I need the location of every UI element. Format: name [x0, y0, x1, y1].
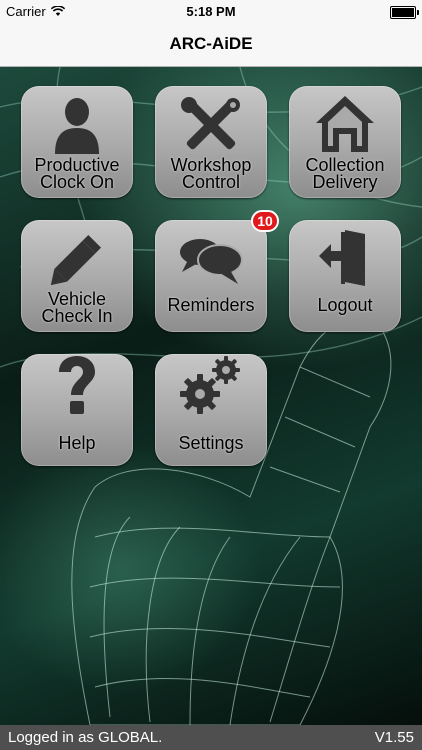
reminders-button[interactable]: Reminders 10: [155, 210, 279, 332]
tile-label: Control: [181, 172, 241, 192]
help-button[interactable]: Help: [21, 354, 133, 466]
nav-bar: ARC-AiDE: [0, 22, 422, 67]
pencil-icon: [50, 234, 102, 286]
logout-door-icon: [319, 230, 365, 286]
house-icon: [316, 96, 374, 152]
workshop-control-button[interactable]: Workshop Control: [155, 86, 267, 198]
tools-icon: [181, 97, 240, 150]
logout-button[interactable]: Logout: [289, 220, 401, 332]
vehicle-check-in-button[interactable]: Vehicle Check In: [21, 220, 133, 332]
tile-label: Logout: [317, 295, 373, 315]
gears-icon: [180, 356, 240, 414]
reminders-count-badge: 10: [251, 210, 279, 232]
footer-bar: Logged in as GLOBAL. V1.55: [0, 725, 422, 750]
tile-label: Reminders: [167, 295, 255, 315]
battery-icon: [390, 6, 419, 19]
tile-label: Delivery: [312, 172, 378, 192]
collection-delivery-button[interactable]: Collection Delivery: [289, 86, 401, 198]
tile-label: Check In: [41, 306, 113, 326]
status-bar: Carrier 5:18 PM: [0, 0, 422, 22]
app-version: V1.55: [374, 729, 414, 746]
logged-in-status: Logged in as GLOBAL.: [8, 729, 163, 746]
page-title: ARC-AiDE: [169, 34, 253, 53]
tile-label: Help: [58, 433, 96, 453]
chat-bubbles-icon: [180, 239, 243, 284]
tile-label: Clock On: [39, 172, 115, 192]
question-mark-icon: [59, 356, 95, 414]
tile-label: Settings: [178, 433, 244, 453]
settings-button[interactable]: Settings: [155, 354, 267, 466]
person-icon: [55, 98, 99, 154]
productive-clock-on-button[interactable]: Productive Clock On: [21, 86, 133, 198]
clock: 5:18 PM: [186, 4, 236, 19]
